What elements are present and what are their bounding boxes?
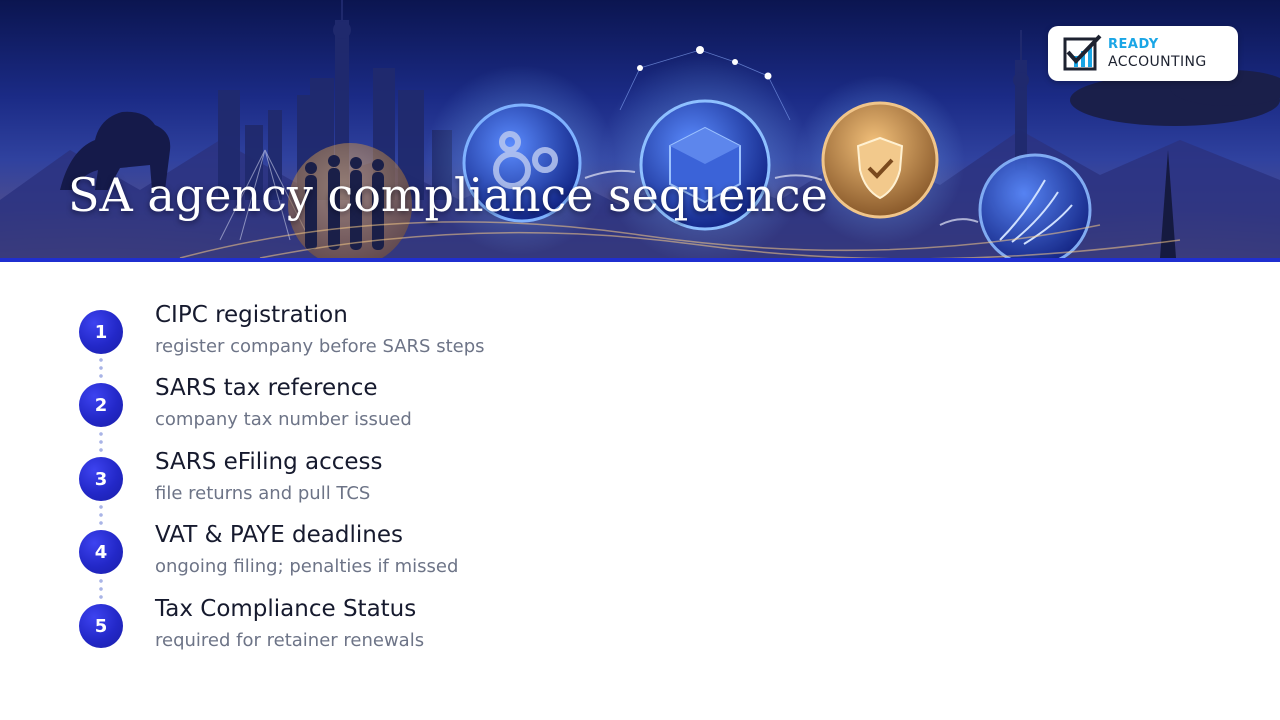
step-description: company tax number issued (155, 409, 412, 430)
step-number-badge: 5 (79, 604, 123, 648)
step-item-3: 3 SARS eFiling access file returns and p… (0, 447, 700, 517)
header-banner: SA agency compliance sequence READY ACCO… (0, 0, 1280, 258)
step-item-2: 2 SARS tax reference company tax number … (0, 374, 700, 444)
step-description: ongoing filing; penalties if missed (155, 556, 459, 577)
step-description: register company before SARS steps (155, 336, 485, 357)
logo-text-ready: READY (1108, 37, 1159, 52)
step-title: Tax Compliance Status (155, 596, 417, 622)
step-number-badge: 3 (79, 457, 123, 501)
step-item-4: 4 VAT & PAYE deadlines ongoing filing; p… (0, 521, 700, 591)
step-description: required for retainer renewals (155, 630, 425, 651)
logo-text-accounting: ACCOUNTING (1108, 54, 1207, 70)
step-title: SARS eFiling access (155, 449, 383, 475)
step-number-badge: 2 (79, 383, 123, 427)
page-title: SA agency compliance sequence (68, 168, 828, 222)
step-title: VAT & PAYE deadlines (155, 522, 403, 548)
checkmark-bar-chart-icon (1063, 34, 1102, 71)
step-title: SARS tax reference (155, 375, 378, 401)
step-item-5: 5 Tax Compliance Status required for ret… (0, 594, 700, 664)
step-title: CIPC registration (155, 302, 348, 328)
banner-divider (0, 258, 1280, 262)
ready-accounting-logo: READY ACCOUNTING (1048, 26, 1238, 81)
step-number-badge: 1 (79, 310, 123, 354)
step-item-1: 1 CIPC registration register company bef… (0, 300, 700, 370)
step-description: file returns and pull TCS (155, 483, 371, 504)
step-number-badge: 4 (79, 530, 123, 574)
